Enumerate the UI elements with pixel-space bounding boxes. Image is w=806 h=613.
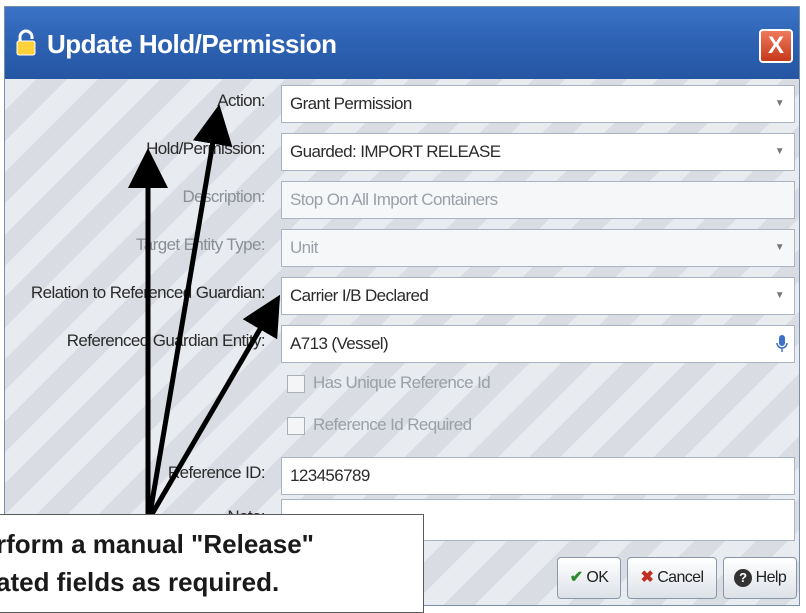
ok-button[interactable]: ✔ OK [557,557,621,599]
help-icon: ? [733,568,752,587]
help-label: Help [755,569,787,586]
action-select[interactable]: Grant Permission ▼ [281,85,795,123]
target-entity-type-select: Unit ▼ [281,229,795,267]
padlock-icon [16,29,36,56]
hold-permission-value: Guarded: IMPORT RELEASE [290,142,501,161]
chevron-down-icon[interactable]: ▼ [775,86,785,122]
chevron-down-icon[interactable]: ▼ [775,278,785,314]
referenced-guardian-label: Referenced Guardian Entity: [66,331,266,350]
relation-label: Relation to Referenced Guardian: [30,283,266,302]
checkbox-box[interactable] [287,416,305,435]
action-value: Grant Permission [290,94,412,113]
hold-permission-label: Hold/Permission: [146,139,265,158]
referenced-guardian-field[interactable]: A713 (Vessel) [281,325,795,363]
reference-id-label: Reference ID: [167,463,266,482]
checkbox-box[interactable] [287,374,305,393]
ok-label: OK [586,569,609,586]
reference-id-value: 123456789 [290,466,370,485]
close-button[interactable]: X [759,29,793,63]
dialog-title: Update Hold/Permission [47,29,337,59]
reference-id-input[interactable]: 123456789 [281,457,795,495]
has-unique-reference-checkbox[interactable]: Has Unique Reference Id [287,373,491,393]
target-entity-type-value: Unit [290,238,318,257]
chevron-down-icon[interactable]: ▼ [775,134,785,170]
cancel-label: Cancel [657,569,704,586]
referenced-guardian-value: A713 (Vessel) [290,334,389,353]
description-label: Description: [182,187,265,206]
relation-select[interactable]: Carrier I/B Declared ▼ [281,277,795,315]
chevron-down-icon: ▼ [774,242,785,253]
reference-id-required-checkbox[interactable]: Reference Id Required [287,415,472,435]
relation-value: Carrier I/B Declared [290,286,429,305]
check-icon: ✔ [569,569,583,586]
callout-line-1: rform a manual "Release" [0,529,315,559]
description-value: Stop On All Import Containers [290,190,498,209]
instruction-callout: rform a manual "Release" ated fields as … [0,514,424,613]
dialog-titlebar[interactable]: Update Hold/Permission X [5,7,799,79]
microphone-icon[interactable] [776,334,788,354]
action-label: Action: [217,91,265,110]
reference-id-required-label: Reference Id Required [313,415,472,434]
target-entity-type-label: Target Entity Type: [135,235,266,254]
description-field: Stop On All Import Containers [281,181,795,219]
has-unique-reference-label: Has Unique Reference Id [313,373,491,392]
help-button[interactable]: ? Help [723,557,797,599]
cancel-button[interactable]: ✖ Cancel [627,557,717,599]
cancel-x-icon: ✖ [640,569,654,586]
hold-permission-select[interactable]: Guarded: IMPORT RELEASE ▼ [281,133,795,171]
callout-line-2: ated fields as required. [0,567,280,597]
